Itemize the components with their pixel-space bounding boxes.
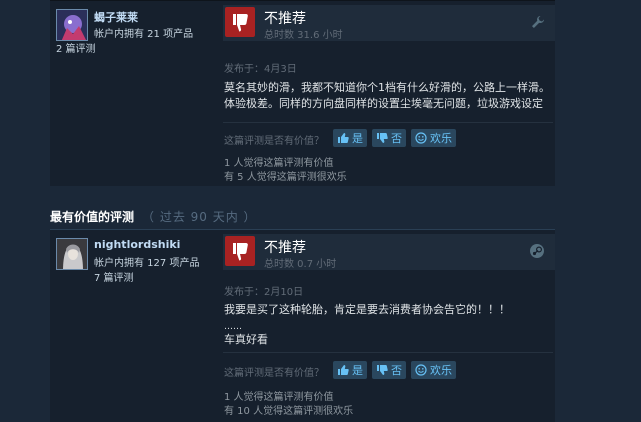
posted-date: 发布于：2月10日: [224, 287, 304, 298]
verdict-title: 不推荐: [264, 11, 306, 27]
vote-no-label: 否: [391, 364, 402, 377]
section-title: 最有价值的评测 （ 过去 90 天内 ）: [50, 208, 257, 225]
review-card: nightlordshiki 帐户内拥有 127 项产品 7 篇评测 不推荐 总…: [50, 229, 555, 422]
author-products[interactable]: 帐户内拥有 127 项产品: [94, 254, 199, 269]
vote-yes-button[interactable]: 是: [333, 129, 367, 147]
thumbs-down-icon: [377, 365, 388, 375]
funny-count: 有 5 人觉得这篇评测很欢乐: [224, 172, 347, 183]
review-card: 蝎子莱莱 帐户内拥有 21 项产品 2 篇评测 不推荐 总时数 31.6 小时 …: [50, 0, 555, 186]
vote-funny-label: 欢乐: [430, 364, 452, 377]
helpful-row: 这篇评测是否有价值？ 是 否 欢乐: [224, 129, 554, 147]
steam-icon[interactable]: [529, 243, 545, 263]
vote-no-button[interactable]: 否: [372, 361, 406, 379]
author-name[interactable]: nightlordshiki: [94, 238, 180, 251]
review-verdict[interactable]: 不推荐 总时数 0.7 小时: [223, 234, 555, 270]
divider: [223, 352, 553, 353]
review-content: 莫名其妙的滑，我都不知道你个1档有什么好滑的，公路上一样滑。 体验极差。同样的方…: [224, 80, 554, 112]
thumbs-down-icon: [225, 236, 255, 266]
review-text-line: ……: [224, 322, 242, 332]
review-text-line: 莫名其妙的滑，我都不知道你个1档有什么好滑的，公路上一样滑。: [224, 81, 550, 94]
wrench-icon[interactable]: [531, 14, 545, 33]
vote-yes-label: 是: [352, 132, 363, 145]
helpful-count: 1 人觉得这篇评测有价值: [224, 158, 334, 169]
avatar[interactable]: [56, 9, 88, 41]
review-body: 不推荐 总时数 31.6 小时 发布于：4月3日 莫名其妙的滑，我都不知道你个1…: [223, 5, 555, 183]
vote-yes-button[interactable]: 是: [333, 361, 367, 379]
review-body: 不推荐 总时数 0.7 小时 发布于：2月10日 我要是买了这种轮胎，肯定是要去…: [223, 234, 555, 417]
avatar[interactable]: [56, 238, 88, 270]
vote-no-label: 否: [391, 132, 402, 145]
review-content: 我要是买了这种轮胎，肯定是要去消费者协会告它的！！！ …… 车真好看: [224, 302, 554, 348]
hours-played: 总时数 31.6 小时: [264, 30, 343, 41]
section-title-text: 最有价值的评测: [50, 210, 135, 224]
review-verdict[interactable]: 不推荐 总时数 31.6 小时: [223, 5, 555, 41]
divider: [223, 122, 553, 123]
thumbs-up-icon: [338, 133, 349, 143]
vote-yes-label: 是: [352, 364, 363, 377]
posted-date: 发布于：4月3日: [224, 64, 297, 75]
author-reviews[interactable]: 2 篇评测: [56, 40, 96, 55]
vote-funny-label: 欢乐: [430, 132, 452, 145]
verdict-title: 不推荐: [264, 240, 306, 256]
vote-no-button[interactable]: 否: [372, 129, 406, 147]
thumbs-up-icon: [338, 365, 349, 375]
helpful-question: 这篇评测是否有价值？: [224, 368, 324, 379]
author-reviews[interactable]: 7 篇评测: [94, 269, 134, 284]
author-name[interactable]: 蝎子莱莱: [94, 9, 138, 25]
vote-funny-button[interactable]: 欢乐: [411, 361, 456, 379]
author-products[interactable]: 帐户内拥有 21 项产品: [94, 25, 193, 40]
smiley-icon: [415, 132, 427, 144]
smiley-icon: [415, 364, 427, 376]
helpful-question: 这篇评测是否有价值？: [224, 136, 324, 147]
review-text-line: 我要是买了这种轮胎，肯定是要去消费者协会告它的！！！: [224, 303, 510, 316]
section-subtitle: （ 过去 90 天内 ）: [142, 210, 257, 224]
hours-played: 总时数 0.7 小时: [264, 259, 337, 270]
review-text-line: 车真好看: [224, 333, 268, 346]
thumbs-down-icon: [225, 7, 255, 37]
thumbs-down-icon: [377, 133, 388, 143]
funny-count: 有 10 人觉得这篇评测很欢乐: [224, 406, 354, 417]
vote-funny-button[interactable]: 欢乐: [411, 129, 456, 147]
review-text-line: 体验极差。同样的方向盘同样的设置尘埃毫无问题，垃圾游戏设定: [224, 97, 543, 110]
helpful-count: 1 人觉得这篇评测有价值: [224, 392, 334, 403]
helpful-row: 这篇评测是否有价值？ 是 否 欢乐: [224, 361, 554, 379]
